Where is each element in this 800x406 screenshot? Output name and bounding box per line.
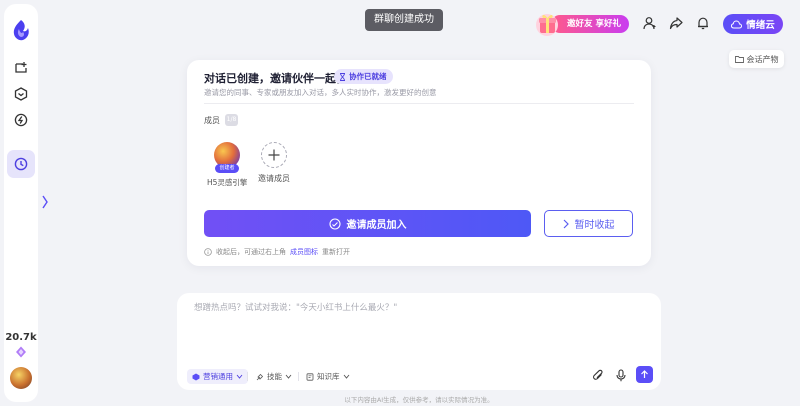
card-hint: 收起后，可通过右上角 成员图标 重新打开 (204, 247, 350, 257)
folder-icon (734, 56, 744, 63)
notification-bell-icon[interactable] (694, 14, 712, 32)
agent-mode-icon (192, 373, 200, 380)
arrow-up-icon (641, 370, 648, 378)
ready-badge-text: 协作已就绪 (349, 72, 387, 81)
knowledge-base-selector[interactable]: 知识库 (301, 369, 355, 384)
attachment-paperclip-icon[interactable] (590, 367, 606, 383)
invite-collaboration-card: 对话已创建，邀请伙伴一起协作 协作已就绪 邀请您的同事、专家或朋友加入对话，多人… (187, 60, 651, 266)
chevron-down-icon (285, 374, 292, 379)
expand-sidebar-chevron-icon[interactable] (40, 193, 50, 211)
user-avatar[interactable] (10, 367, 32, 389)
collapse-later-button[interactable]: 暂时收起 (544, 210, 633, 237)
chip-separator (247, 372, 248, 381)
invite-member-label: 邀请成员 (258, 174, 290, 183)
toast-message: 群聊创建成功 (365, 9, 443, 31)
cloud-button-label: 情绪云 (746, 20, 775, 31)
member-item[interactable]: 创建者 H5灵感引擎 (207, 142, 247, 188)
members-label: 成员 (204, 116, 220, 125)
chevron-down-icon (236, 374, 243, 379)
invite-member-add[interactable]: 邀请成员 (254, 142, 294, 184)
message-input[interactable] (194, 300, 644, 316)
new-chat-icon[interactable] (9, 56, 33, 80)
knowledge-book-icon (306, 372, 314, 381)
mode-selector-marketing[interactable]: 营销通用 (187, 369, 248, 384)
creator-tag: 创建者 (215, 164, 239, 173)
plus-icon (268, 149, 280, 161)
hint-suffix: 重新打开 (322, 248, 350, 256)
share-icon[interactable] (667, 14, 685, 32)
cloud-icon (731, 19, 743, 28)
later-button-label: 暂时收起 (574, 220, 615, 231)
collaboration-ready-badge: 协作已就绪 (334, 69, 393, 84)
send-button[interactable] (636, 366, 653, 383)
chevron-right-icon (563, 219, 569, 228)
gift-icon (536, 14, 558, 36)
message-composer: 营销通用 技能 知识库 (177, 293, 661, 390)
app-logo-flame-icon[interactable] (10, 18, 32, 42)
knowledge-base-label: 知识库 (317, 372, 340, 381)
emotion-cloud-button[interactable]: 情绪云 (723, 14, 783, 34)
collaboration-icon (328, 217, 341, 230)
invite-members-button[interactable]: 邀请成员加入 (204, 210, 531, 237)
hint-members-icon-link[interactable]: 成员图标 (290, 247, 318, 257)
microphone-icon[interactable] (613, 367, 629, 383)
invite-promo-banner[interactable]: 邀好友 享好礼 (533, 11, 629, 37)
discover-icon[interactable] (9, 82, 33, 106)
card-description: 邀请您的同事、专家或朋友加入对话，多人实时协作，激发更好的创意 (204, 88, 437, 97)
invite-button-label: 邀请成员加入 (346, 220, 407, 231)
members-user-icon[interactable] (640, 14, 658, 32)
chevron-down-icon (343, 374, 349, 379)
session-artifacts-button[interactable]: 会话产物 (729, 50, 784, 68)
gem-icon (16, 346, 26, 358)
skill-brush-icon (256, 373, 264, 380)
history-clock-icon[interactable] (7, 150, 35, 178)
member-name: H5灵感引擎 (207, 178, 248, 187)
skills-selector-label: 技能 (267, 372, 282, 381)
members-count-badge: 1/8 (225, 114, 238, 126)
skills-selector[interactable]: 技能 (251, 369, 297, 384)
promo-text: 邀好友 享好礼 (567, 19, 621, 29)
artifacts-button-label: 会话产物 (746, 54, 779, 64)
sidebar: 20.7k (4, 4, 38, 402)
info-icon (204, 248, 212, 256)
card-divider (204, 103, 634, 104)
ai-disclaimer: 以下内容由AI生成，仅供参考，请以实际情况为准。 (344, 396, 494, 404)
chip-separator (298, 372, 299, 381)
hint-prefix: 收起后，可通过右上角 (216, 248, 286, 256)
invite-circle[interactable] (261, 142, 287, 168)
hourglass-icon (340, 72, 345, 81)
mode-selector-label: 营销通用 (203, 372, 233, 381)
usage-count[interactable]: 20.7k (4, 332, 38, 343)
member-avatar: 创建者 (214, 142, 240, 173)
skills-lightning-icon[interactable] (9, 108, 33, 132)
